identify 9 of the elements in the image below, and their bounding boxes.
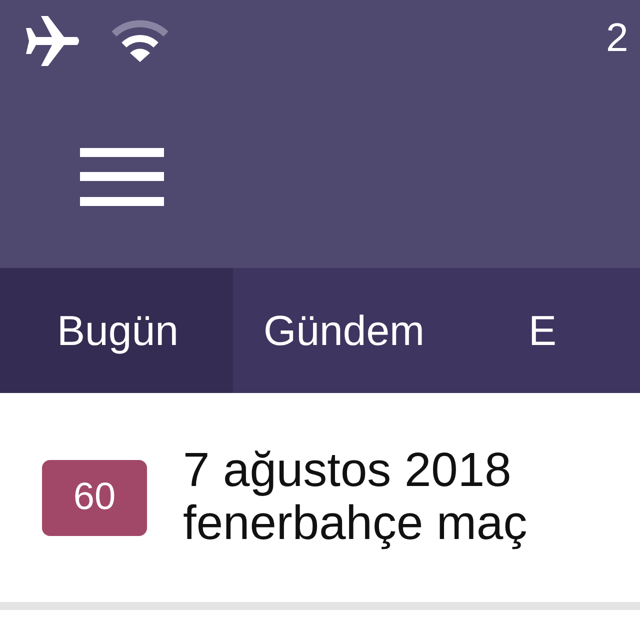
tab[interactable]: Gündem	[233, 268, 499, 393]
airplane-icon	[24, 14, 82, 66]
tab[interactable]: E	[498, 268, 631, 393]
menu-icon[interactable]	[80, 148, 164, 206]
status-time: 2	[606, 18, 628, 58]
wifi-icon	[110, 20, 170, 64]
entry-title[interactable]: 7 ağustos 2018 fenerbahçe maç	[183, 444, 528, 550]
tab[interactable]: Bugün	[0, 268, 234, 393]
count-badge: 60	[42, 460, 147, 536]
